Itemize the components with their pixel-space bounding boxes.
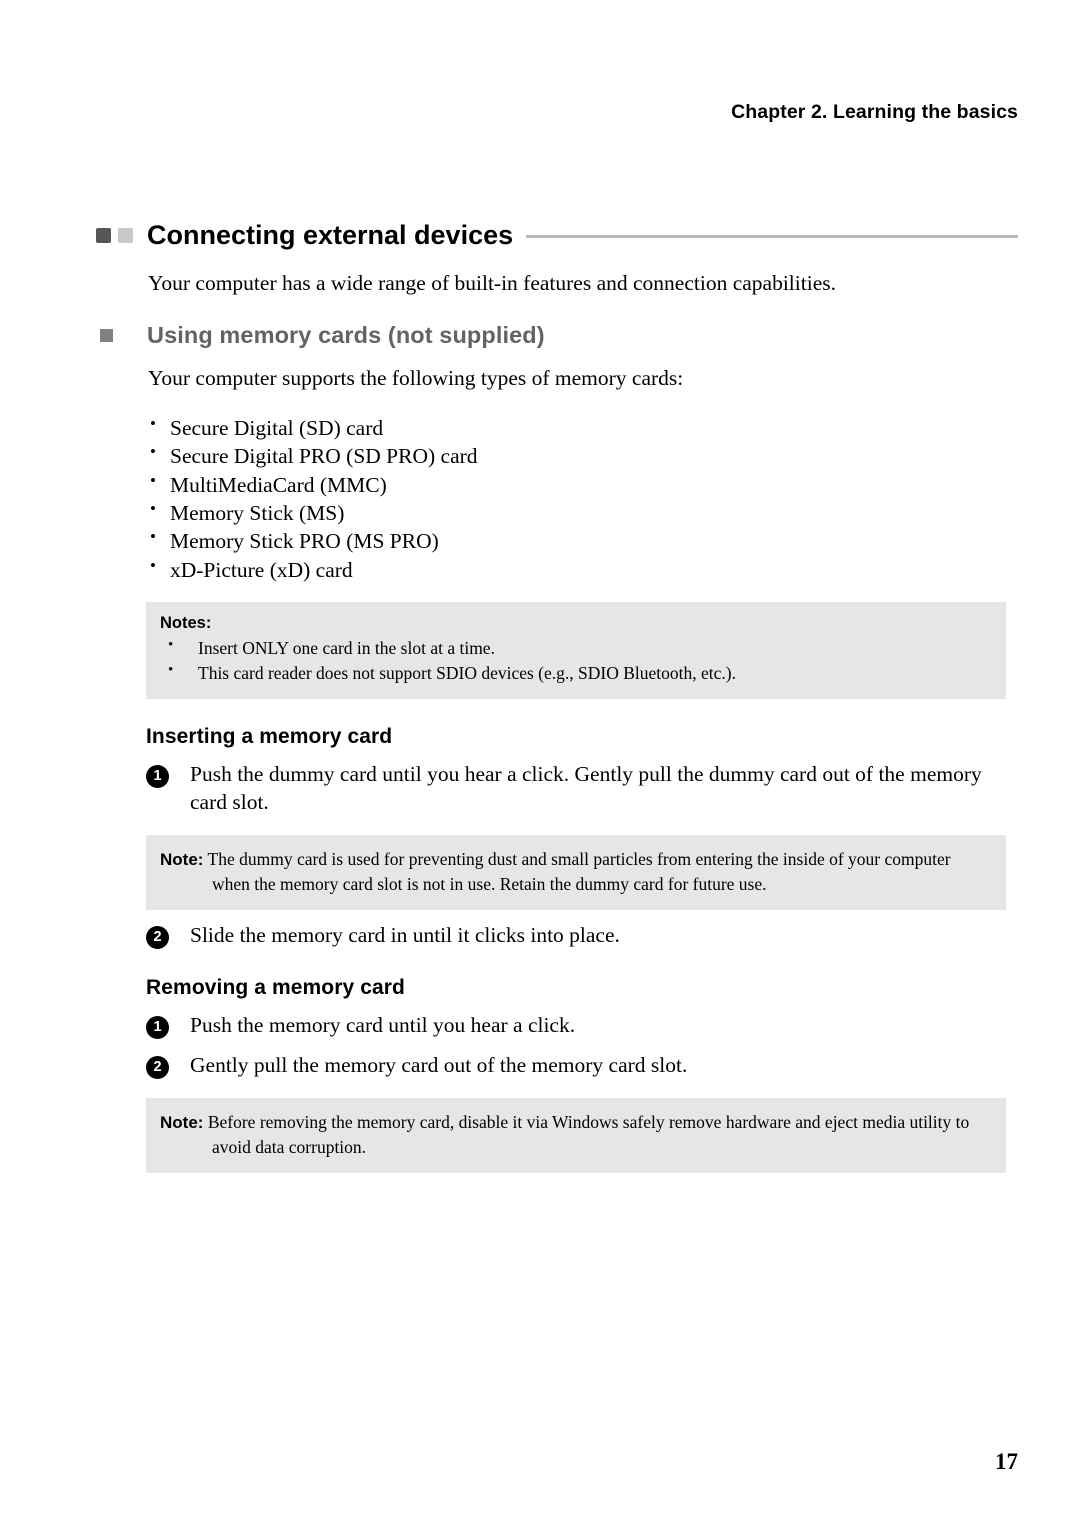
note-text: The dummy card is used for preventing du… <box>207 848 951 894</box>
list-item: Secure Digital (SD) card <box>148 413 1018 442</box>
inserting-heading: Inserting a memory card <box>146 724 393 748</box>
subsection-heading: Using memory cards (not supplied) <box>96 322 1018 349</box>
note-dummy-card-body: Note: The dummy card is used for prevent… <box>160 847 992 897</box>
note-dummy-card-box: Note: The dummy card is used for prevent… <box>146 834 1006 910</box>
heading-rule-divider <box>526 235 1018 238</box>
list-item: Memory Stick PRO (MS PRO) <box>148 526 1018 555</box>
light-square-icon <box>118 227 133 243</box>
step-number-badge: 2 <box>146 1055 169 1079</box>
step-item: 1 Push the dummy card until you hear a c… <box>146 761 1018 817</box>
notes-list: Insert ONLY one card in the slot at a ti… <box>160 635 992 686</box>
note-removing-body: Note: Before removing the memory card, d… <box>160 1110 992 1160</box>
page-number: 17 <box>995 1449 1018 1474</box>
page-title: Connecting external devices <box>147 219 514 250</box>
list-item: Insert ONLY one card in the slot at a ti… <box>160 635 992 661</box>
step-text: Slide the memory card in until it clicks… <box>190 922 620 947</box>
list-item: This card reader does not support SDIO d… <box>160 660 992 686</box>
note-removing-box: Note: Before removing the memory card, d… <box>146 1097 1006 1173</box>
step-item: 2 Slide the memory card in until it clic… <box>146 922 1018 950</box>
running-header-chapter-title: Chapter 2. Learning the basics <box>731 101 1018 123</box>
step-text: Push the dummy card until you hear a cli… <box>190 761 982 814</box>
inserting-steps-continued: 2 Slide the memory card in until it clic… <box>96 922 1018 950</box>
step-number-badge: 1 <box>146 1015 169 1039</box>
note-label: Note: <box>160 849 204 869</box>
step-number-badge: 1 <box>146 764 169 788</box>
list-item: Secure Digital PRO (SD PRO) card <box>148 441 1018 470</box>
memory-cards-lead: Your computer supports the following typ… <box>148 365 684 390</box>
list-item: Memory Stick (MS) <box>148 498 1018 527</box>
gray-square-bullet-icon <box>100 328 113 342</box>
page-content: Connecting external devices Your compute… <box>96 218 1018 1173</box>
step-number-badge: 2 <box>146 925 169 949</box>
inserting-steps: 1 Push the dummy card until you hear a c… <box>96 761 1018 817</box>
list-item: xD-Picture (xD) card <box>148 555 1018 584</box>
note-label: Note: <box>160 1112 204 1132</box>
dark-square-icon <box>96 227 111 243</box>
step-text: Push the memory card until you hear a cl… <box>190 1012 576 1037</box>
list-item: MultiMediaCard (MMC) <box>148 470 1018 499</box>
step-item: 2 Gently pull the memory card out of the… <box>146 1052 1018 1080</box>
removing-heading: Removing a memory card <box>146 975 405 999</box>
step-text: Gently pull the memory card out of the m… <box>190 1052 688 1077</box>
notes-callout-box: Notes: Insert ONLY one card in the slot … <box>146 602 1006 699</box>
section-heading: Connecting external devices <box>96 218 1018 252</box>
document-page: Chapter 2. Learning the basics Connectin… <box>0 0 1080 1529</box>
memory-card-types-list: Secure Digital (SD) card Secure Digital … <box>96 413 1018 584</box>
intro-paragraph: Your computer has a wide range of built-… <box>148 271 836 295</box>
note-text: Before removing the memory card, disable… <box>207 1111 970 1157</box>
notes-title: Notes: <box>160 614 212 633</box>
subsection-title: Using memory cards (not supplied) <box>147 321 545 348</box>
step-item: 1 Push the memory card until you hear a … <box>146 1012 1018 1040</box>
removing-steps: 1 Push the memory card until you hear a … <box>96 1012 1018 1080</box>
